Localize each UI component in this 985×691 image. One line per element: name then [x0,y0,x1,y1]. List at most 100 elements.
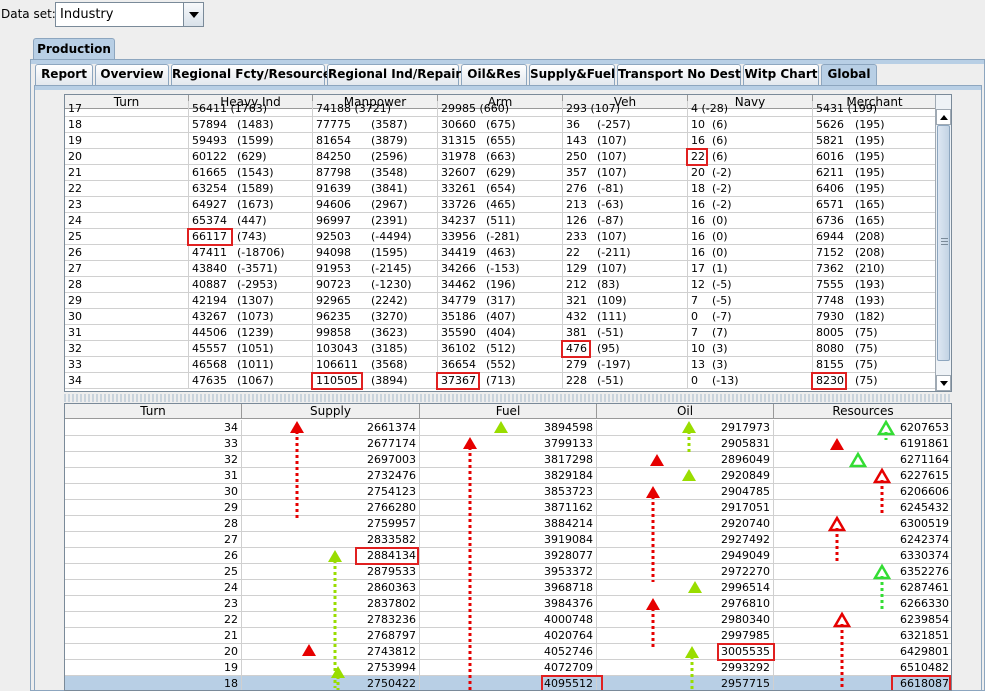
cell-delta: (-2953) [237,278,278,291]
turn-value: 18 [68,118,82,131]
cell-value: 6016 [816,150,844,163]
turn-value: 23 [68,198,82,211]
turn-cell: 29 [65,293,189,309]
cell-delta: (1073) [237,310,274,323]
cell-delta: (-51) [597,326,624,339]
cell-delta: (1673) [237,198,274,211]
tab-overview[interactable]: Overview [95,64,169,85]
tab-oil-res[interactable]: Oil&Res [461,64,527,85]
column-header-fuel[interactable]: Fuel [420,404,597,419]
table-row[interactable]: 21 2768797 4020764 2997985 6321851 [65,628,951,644]
dataset-combobox[interactable]: Industry [55,2,204,27]
tab-report[interactable]: Report [35,64,93,85]
table-row[interactable]: 18 57894 (1483) 77775 (3587) 30660 (675) 36 (-25… [65,117,937,133]
table-cell: 5431 (199) [813,101,937,117]
scroll-thumb[interactable] [937,125,950,361]
table-row[interactable]: 34 47635 (1067) 110505 (3894) 37367 (713) 228 (-… [65,373,937,389]
table-row[interactable]: 23 2837802 3984376 2976810 6266330 [65,596,951,612]
table-row[interactable]: 20 2743812 4052746 3005535 6429801 [65,644,951,660]
global-table[interactable]: Turn Supply Fuel Oil Resources 34 2661374 3894… [64,403,952,691]
table-row[interactable]: 27 43840 (-3571) 91953 (-2145) 34266 (-153) 129… [65,261,937,277]
table-row[interactable]: 25 2879533 3953372 2972270 6352276 [65,564,951,580]
table-cell: 432 (111) [563,309,688,325]
cell-delta: (208) [855,230,885,243]
table-row[interactable]: 22 63254 (1589) 91639 (3841) 33261 (654) 276 (-8… [65,181,937,197]
cell-value: 16 [691,230,705,243]
table-row[interactable]: 19 2753994 4072709 2993292 6510482 [65,660,951,676]
table-row[interactable]: 32 45557 (1051) 103043 (3185) 36102 (512) 476 (9… [65,341,937,357]
table-row[interactable]: 33 46568 (1011) 106611 (3568) 36654 (552) 279 (-… [65,357,937,373]
table-row[interactable]: 25 66117 (743) 92503 (-4494) 33956 (-281) 233 (1… [65,229,937,245]
table-row[interactable]: 18 2750422 4095512 2957715 6618087 [65,676,951,690]
cell-value: 6211 [816,166,844,179]
table-row[interactable]: 29 2766280 3871162 2917051 6245432 [65,500,951,516]
cell-delta: (75) [855,374,878,387]
table-row[interactable]: 29 42194 (1307) 92965 (2242) 34779 (317) 321 (10… [65,293,937,309]
table-row[interactable]: 31 44506 (1239) 99858 (3623) 35590 (404) 381 (-5… [65,325,937,341]
table-row[interactable]: 24 65374 (447) 96997 (2391) 34237 (511) 126 (-87… [65,213,937,229]
table-cell: 34266 (-153) [438,261,563,277]
cell-delta: (208) [855,246,885,259]
column-header-supply[interactable]: Supply [242,404,420,419]
cell-delta: (195) [855,166,885,179]
table-cell: 6016 (195) [813,149,937,165]
tab-transport-no-dest[interactable]: Transport No Dest [617,64,741,85]
cell-delta: (512) [486,342,516,355]
scroll-down-button[interactable] [936,375,951,391]
table-row[interactable]: 30 43267 (1073) 96235 (3270) 35186 (407) 432 (11… [65,309,937,325]
table-row[interactable]: 23 64927 (1673) 94606 (2967) 33726 (465) 213 (-6… [65,197,937,213]
table-row[interactable]: 26 47411 (-18706) 94098 (1595) 34419 (463) 22 (-… [65,245,937,261]
table-row[interactable]: 24 2860363 3968718 2996514 6287461 [65,580,951,596]
table-cell: 63254 (1589) [189,181,313,197]
cell-value: 32607 [441,166,476,179]
table-cell: 6571 (165) [813,197,937,213]
table-row[interactable]: 28 40887 (-2953) 90723 (-1230) 34462 (196) 212 (… [65,277,937,293]
tab-regional-ind-repair[interactable]: Regional Ind/Repair [327,64,461,85]
table-row[interactable]: 27 2833582 3919084 2927492 6242374 [65,532,951,548]
table-row[interactable]: 22 2783236 4000748 2980340 6239854 [65,612,951,628]
arrow-up-icon [940,115,948,120]
turn-cell: 30 [65,309,189,325]
cell-value: 34419 [441,246,476,259]
tab-supply-fuel[interactable]: Supply&Fuel [529,64,615,85]
column-header-resources[interactable]: Resources [774,404,951,419]
column-header-turn[interactable]: Turn [65,404,242,419]
table-row[interactable]: 31 2732476 3829184 2920849 6227615 [65,468,951,484]
split-pane-divider[interactable] [64,394,952,402]
table-cell: 2860363 [242,580,420,596]
table-row[interactable]: 34 2661374 3894598 2917973 6207653 [65,420,951,436]
cell-delta: (3623) [371,326,408,339]
table-cell: 6287461 [774,580,951,596]
table-row[interactable]: 28 2759957 3884214 2920740 6300519 [65,516,951,532]
vertical-scrollbar[interactable] [935,95,951,391]
table-row[interactable]: 21 61665 (1543) 87798 (3548) 32607 (629) 357 (10… [65,165,937,181]
tab-regional-fcty-resources[interactable]: Regional Fcty/Resources [171,64,338,85]
table-row[interactable]: 20 60122 (629) 84250 (2596) 31978 (663) 250 (107… [65,149,937,165]
table-row[interactable]: 26 2884134 3928077 2949049 6330374 [65,548,951,564]
grip-line [941,241,948,242]
tab-witp-chart[interactable]: Witp Chart [743,64,819,85]
scroll-up-button[interactable] [936,109,951,125]
cell-delta: (-87) [597,214,624,227]
column-header-oil[interactable]: Oil [597,404,774,419]
table-cell: 4020764 [420,628,597,644]
cell-delta: (654) [486,182,516,195]
production-table[interactable]: Turn Heavy Ind Manpower Arm Veh Navy Merchant … [64,94,952,392]
table-row[interactable]: 32 2697003 3817298 2896049 6271164 [65,452,951,468]
cell-value: 4 (-28) [691,102,729,115]
cell-delta: (1067) [237,374,274,387]
table-cell: 6429801 [774,644,951,660]
table-row[interactable]: 30 2754123 3853723 2904785 6206606 [65,484,951,500]
cell-value: 12 [691,278,705,291]
table-cell: 84250 (2596) [313,149,438,165]
dataset-dropdown-button[interactable] [183,3,203,26]
table-row[interactable]: 19 59493 (1599) 81654 (3879) 31315 (655) 143 (10… [65,133,937,149]
cell-delta: (195) [855,118,885,131]
table-row[interactable]: 33 2677174 3799133 2905831 6191861 [65,436,951,452]
tab-global[interactable]: Global [821,64,877,85]
table-cell: 34419 (463) [438,245,563,261]
table-cell: 47411 (-18706) [189,245,313,261]
tab-production[interactable]: Production [33,38,115,60]
table-cell: 129 (107) [563,261,688,277]
table-cell: 16 (0) [688,213,813,229]
